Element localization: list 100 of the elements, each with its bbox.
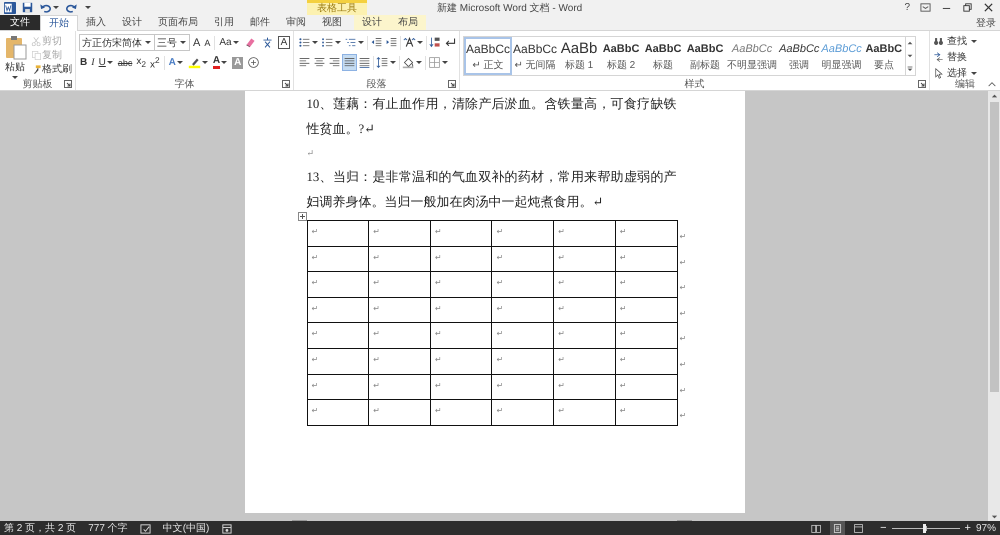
down-arrow-icon bbox=[990, 512, 998, 520]
customize-toolbar-button[interactable] bbox=[84, 4, 92, 11]
align-left-icon bbox=[298, 56, 311, 69]
zoom-in-button[interactable]: + bbox=[962, 521, 973, 535]
cell-paragraph-mark: ↵ bbox=[620, 354, 626, 364]
ribbon-tab[interactable]: 设计 bbox=[114, 15, 150, 30]
ribbon-tab[interactable]: 视图 bbox=[314, 15, 350, 30]
word-count[interactable]: 777 个字 bbox=[88, 521, 128, 535]
close-icon bbox=[983, 2, 994, 13]
strikethrough-button[interactable]: abc bbox=[116, 54, 134, 71]
select-button[interactable]: 选择 bbox=[933, 66, 978, 80]
ribbon-tab[interactable]: 插入 bbox=[78, 15, 114, 30]
replace-button[interactable]: 替换 bbox=[933, 50, 978, 64]
paragraph-text: ↵ bbox=[306, 147, 316, 160]
style-item[interactable]: AaBbC 要点 bbox=[862, 37, 905, 75]
font-color-button[interactable]: A bbox=[212, 54, 230, 71]
style-item[interactable]: AaBbCc ↵ 无间隔 bbox=[512, 37, 558, 75]
enclose-characters-button[interactable] bbox=[246, 54, 262, 71]
restore-button[interactable] bbox=[962, 2, 973, 13]
character-border-button[interactable]: A bbox=[276, 34, 292, 51]
ribbon-tab[interactable]: 布局 bbox=[390, 15, 426, 30]
caret-icon bbox=[144, 39, 152, 46]
row-end-mark: ↵ bbox=[680, 258, 686, 268]
superscript-button[interactable]: x$^{2}$ bbox=[148, 54, 161, 71]
line-spacing-button[interactable] bbox=[375, 54, 398, 71]
find-button[interactable]: 查找 bbox=[933, 34, 978, 48]
style-preview: AaBbCc bbox=[466, 41, 510, 58]
style-item[interactable]: AaBbCc 强调 bbox=[778, 37, 820, 75]
grow-font-button[interactable]: A bbox=[192, 34, 202, 51]
sign-in-link[interactable]: 登录 bbox=[970, 15, 1000, 30]
redo-button[interactable] bbox=[66, 2, 78, 13]
ribbon-tab[interactable]: 设计 bbox=[354, 15, 390, 30]
style-name: 强调 bbox=[789, 59, 810, 72]
browser-window-icon bbox=[853, 522, 864, 534]
zoom-level[interactable]: 97% bbox=[976, 522, 996, 534]
row-end-mark: ↵ bbox=[680, 283, 686, 294]
ribbon-tab[interactable]: 文件 bbox=[0, 15, 40, 30]
language-indicator[interactable]: 中文(中国) bbox=[162, 521, 210, 535]
collapse-icon bbox=[987, 80, 997, 88]
format-painter-button[interactable]: 格式刷 bbox=[30, 62, 73, 76]
paste-button[interactable]: 粘贴 bbox=[3, 34, 27, 77]
subscript-button[interactable]: x$_{2}$ bbox=[135, 54, 147, 71]
justify-button[interactable] bbox=[342, 54, 357, 71]
ribbon-tab[interactable]: 审阅 bbox=[278, 15, 314, 30]
group-label: 样式 bbox=[684, 78, 704, 90]
italic-button[interactable]: I bbox=[90, 54, 96, 71]
style-preview: AaBb bbox=[560, 40, 598, 58]
cell-paragraph-mark: ↵ bbox=[312, 354, 318, 364]
cell-paragraph-mark: ↵ bbox=[496, 406, 504, 416]
font-size-field[interactable]: 三号 bbox=[154, 34, 190, 51]
cell-paragraph-mark: ↵ bbox=[558, 329, 565, 338]
row-end-mark: ↵ bbox=[680, 411, 686, 422]
table-move-handle-icon[interactable] bbox=[298, 212, 306, 221]
page-count[interactable]: 第 2 页，共 2 页 bbox=[4, 521, 76, 535]
font-name-field[interactable]: 方正仿宋简体 bbox=[79, 34, 155, 51]
change-case-button[interactable]: Aa bbox=[218, 34, 241, 51]
help-button[interactable]: ? bbox=[904, 2, 910, 13]
caret-icon bbox=[179, 39, 187, 46]
replace-icon bbox=[933, 52, 944, 62]
dialog-launcher-icon[interactable] bbox=[282, 80, 290, 88]
ribbon-tab[interactable]: 页面布局 bbox=[150, 15, 206, 30]
style-item[interactable]: AaBbCc 明显强调 bbox=[820, 37, 863, 75]
bold-button[interactable]: B bbox=[79, 54, 88, 71]
style-item[interactable]: AaBb 标题 1 bbox=[558, 37, 600, 75]
ribbon-tab[interactable]: 开始 bbox=[40, 15, 78, 31]
text-effects-button[interactable]: A bbox=[168, 54, 185, 71]
cell-paragraph-mark: ↵ bbox=[496, 252, 504, 262]
style-item[interactable]: AaBbCc ↵ 正文 bbox=[464, 37, 512, 75]
cell-paragraph-mark: ↵ bbox=[312, 304, 318, 313]
zoom-out-button[interactable]: − bbox=[878, 521, 889, 535]
down-arrow-icon bbox=[906, 52, 914, 60]
style-preview: AaBbC bbox=[602, 42, 640, 57]
ribbon-tab[interactable]: 邮件 bbox=[242, 15, 278, 30]
scrollbar-thumb[interactable] bbox=[990, 102, 998, 392]
style-name: 明显强调 bbox=[822, 59, 862, 72]
dialog-launcher-icon[interactable] bbox=[448, 80, 456, 88]
style-item[interactable]: AaBbC 标题 bbox=[642, 37, 684, 75]
style-preview: AaBbCc bbox=[821, 42, 862, 57]
ribbon-display-options-button[interactable] bbox=[920, 2, 931, 13]
shrink-font-button[interactable]: A bbox=[203, 34, 212, 51]
zoom-slider-thumb[interactable] bbox=[923, 524, 926, 532]
row-end-mark: ↵ bbox=[680, 232, 686, 242]
cell-paragraph-mark: ↵ bbox=[434, 304, 442, 313]
vertical-scrollbar[interactable] bbox=[988, 91, 1000, 521]
style-item[interactable]: AaBbCc 不明显强调 bbox=[726, 37, 778, 75]
save-button[interactable] bbox=[22, 2, 33, 13]
style-item[interactable]: AaBbC 标题 2 bbox=[600, 37, 642, 75]
cell-paragraph-mark: ↵ bbox=[496, 278, 504, 288]
undo-icon bbox=[39, 2, 51, 13]
style-item[interactable]: AaBbC 副标题 bbox=[684, 37, 726, 75]
style-preview: AaBbCc bbox=[732, 42, 772, 57]
undo-button[interactable] bbox=[39, 2, 60, 13]
dialog-launcher-icon[interactable] bbox=[64, 80, 72, 88]
close-button[interactable] bbox=[983, 2, 994, 13]
dialog-launcher-icon[interactable] bbox=[918, 80, 926, 88]
collapse-ribbon-button[interactable] bbox=[987, 80, 997, 88]
underline-button[interactable]: U bbox=[98, 54, 115, 71]
ribbon-tab[interactable]: 引用 bbox=[206, 15, 242, 30]
print-layout-button[interactable] bbox=[830, 521, 846, 535]
pointer-icon bbox=[933, 68, 944, 78]
